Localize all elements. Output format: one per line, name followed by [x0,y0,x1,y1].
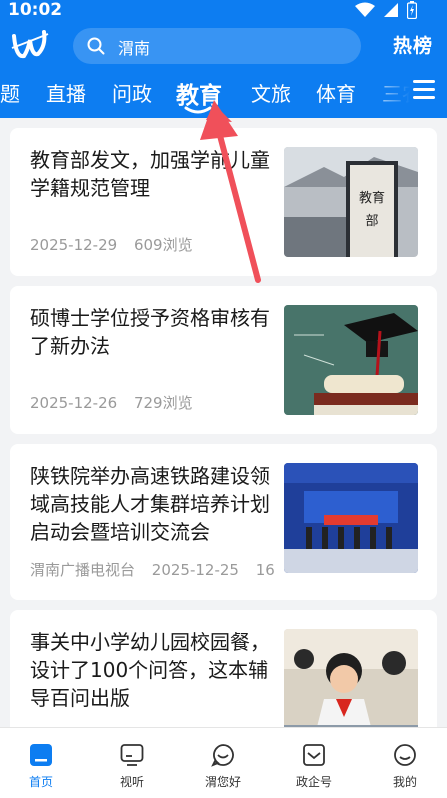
tab-ti[interactable]: 题 [0,78,20,107]
svg-text:部: 部 [365,214,378,229]
tv-icon [120,744,144,766]
article-title[interactable]: 教育部发文，加强学前儿童学籍规范管理 [30,146,270,202]
tab-wenzheng[interactable]: 问政 [112,78,152,107]
article-date: 2025-12-29 [30,236,118,254]
signal-icon [384,3,398,17]
tab-sports[interactable]: 体育 [316,78,356,107]
article-views: 16 [255,561,275,579]
article-card[interactable]: 陕铁院举办高速铁路建设领域高技能人才集群培养计划启动会暨培训交流会 渭南广播电视… [10,444,437,600]
nav-label: 视听 [119,775,144,789]
article-meta: 渭南广播电视台 2025-12-25 16 [30,559,276,580]
channel-menu-button[interactable] [413,80,435,102]
students-eating-lunch-image [284,629,418,739]
wifi-icon [355,2,375,17]
article-views: 609浏览 [133,236,193,254]
article-card[interactable]: 硕博士学位授予资格审核有了新办法 2025-12-26 729浏览 [10,286,437,434]
article-source: 渭南广播电视台 [30,561,136,579]
home-icon [30,744,52,766]
app-logo-icon[interactable] [10,28,50,64]
article-meta: 2025-12-29 609浏览 [30,234,205,255]
search-icon [87,37,105,55]
article-card[interactable]: 事关中小学幼儿园校园餐，设计了100个问答，这本辅导百问出版 [10,610,437,740]
nav-label: 渭您好 [204,775,241,789]
tab-live[interactable]: 直播 [46,78,86,107]
nav-home[interactable]: 首页 [1,728,81,798]
nav-profile[interactable]: 我的 [365,728,445,798]
profile-icon [394,744,416,766]
tab-culture-travel[interactable]: 文旅 [251,78,291,107]
status-icons [355,1,417,19]
article-card[interactable]: 教育部发文，加强学前儿童学籍规范管理 2025-12-29 609浏览 教育 部 [10,128,437,276]
active-tab-indicator [184,106,212,114]
hot-list-button[interactable]: 热榜 [393,31,433,58]
search-bar[interactable]: 渭南 [73,28,361,64]
svg-text:教育: 教育 [359,190,385,206]
battery-icon [407,1,417,19]
nav-label: 首页 [28,775,53,789]
bottom-navigation: 首页 视听 渭您好 政企号 我的 [0,727,447,798]
launch-ceremony-image [284,463,418,573]
chat-icon [211,744,234,767]
nav-label: 政企号 [295,775,332,789]
tab-education[interactable]: 教育 [176,76,222,110]
app-header: 10:02 渭南 热榜 题 直播 问政 教育 文旅 体育 三农 [0,0,447,118]
article-title[interactable]: 硕博士学位授予资格审核有了新办法 [30,304,270,360]
category-tabs: 题 直播 问政 教育 文旅 体育 三农 [0,72,410,116]
search-query: 渭南 [118,39,151,58]
article-date: 2025-12-26 [30,394,118,412]
graduation-cap-diploma-image [284,305,418,415]
nav-gov-enterprise[interactable]: 政企号 [274,728,354,798]
article-views: 729浏览 [133,394,193,412]
article-title[interactable]: 事关中小学幼儿园校园餐，设计了100个问答，这本辅导百问出版 [30,628,270,712]
nav-video[interactable]: 视听 [92,728,172,798]
nav-hello[interactable]: 渭您好 [183,728,263,798]
ministry-of-education-sign-image: 教育 部 [284,147,418,257]
article-meta: 2025-12-26 729浏览 [30,392,205,413]
article-title[interactable]: 陕铁院举办高速铁路建设领域高技能人才集群培养计划启动会暨培训交流会 [30,462,270,546]
mail-icon [303,744,325,766]
status-bar: 10:02 [0,0,447,22]
nav-label: 我的 [392,775,417,789]
top-bar: 渭南 热榜 [0,24,447,68]
status-time: 10:02 [8,0,63,20]
article-date: 2025-12-25 [151,561,239,579]
tab-fade [380,72,410,116]
